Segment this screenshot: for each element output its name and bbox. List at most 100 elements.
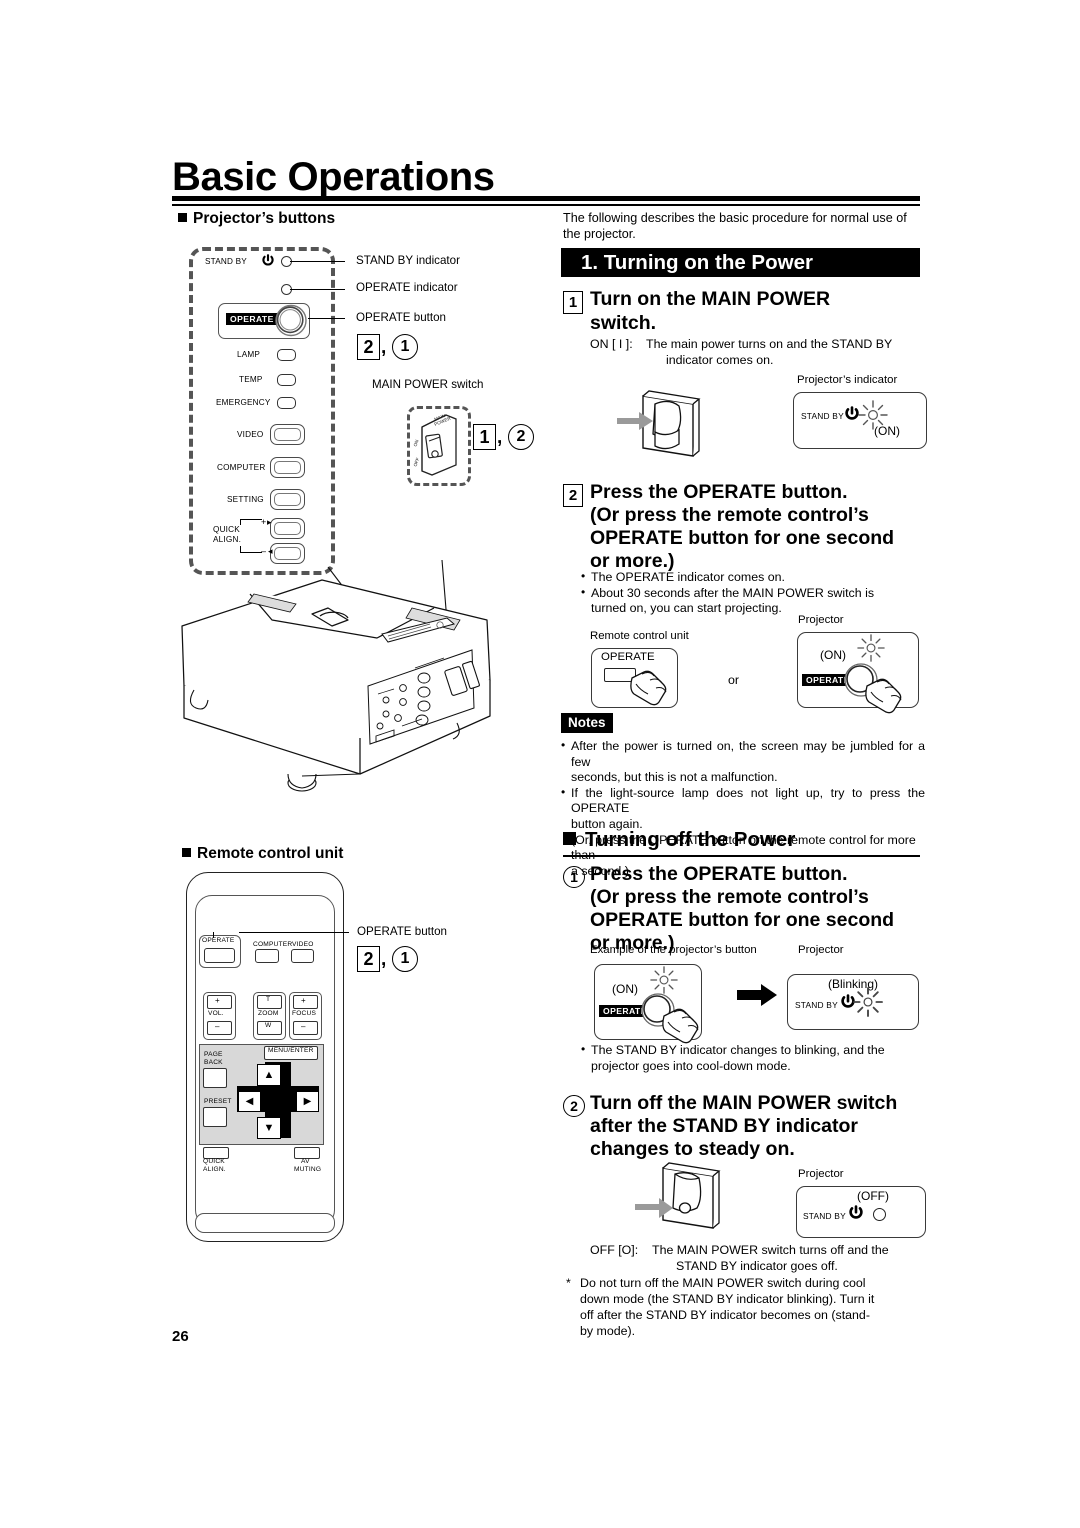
off-star-line3: off after the STAND BY indicator becomes… xyxy=(580,1308,870,1322)
remote-page-label1: PAGE xyxy=(204,1051,223,1058)
page-number: 26 xyxy=(172,1328,189,1345)
step-comma-panel: , xyxy=(381,337,387,358)
panel-button-setting-label: SETTING xyxy=(227,495,264,504)
step-comma-remote: , xyxy=(381,949,387,970)
remote-bottom-edge xyxy=(195,1213,335,1233)
remote-quick-align-label2: ALIGN. xyxy=(203,1166,226,1173)
remote-preset-label: PRESET xyxy=(204,1098,232,1105)
arrow-right-icon xyxy=(737,984,777,1006)
panel-indicator-temp: TEMP xyxy=(239,375,263,384)
panel-button-computer-label: COMPUTER xyxy=(217,463,266,472)
callout-line-remote-operate xyxy=(239,932,349,934)
intro-line-1: The following describes the basic proced… xyxy=(563,211,907,225)
off-desc-bold: OFF [O]: xyxy=(590,1243,639,1257)
bullet-square-icon-3 xyxy=(563,832,576,845)
off-bullet-line2: projector goes into cool-down mode. xyxy=(591,1058,791,1073)
projector-lit-burst-icon xyxy=(857,634,885,662)
main-power-off-illustration xyxy=(625,1160,745,1240)
callout-line-remote-operate-v xyxy=(213,932,215,938)
step-circle-main-power: 2 xyxy=(508,424,534,450)
remote-operate-label: OPERATE xyxy=(202,937,235,944)
panel-indicator-emergency: EMERGENCY xyxy=(216,398,271,407)
remote-arrow-left-button[interactable]: ◀ xyxy=(238,1091,261,1112)
svg-text:OFF: OFF xyxy=(413,457,421,468)
remote-page-label2: BACK xyxy=(204,1059,223,1066)
remote-av-muting-label2: MUTING xyxy=(294,1166,322,1173)
remote-page-back-button[interactable] xyxy=(203,1068,227,1088)
remote-computer-button[interactable] xyxy=(255,949,279,963)
off-star-marker: * xyxy=(566,1276,571,1290)
indicator-art-caption: Projector’s indicator xyxy=(797,374,898,386)
remote-focus-label: FOCUS xyxy=(292,1010,317,1017)
power-symbol-icon-2 xyxy=(845,406,859,421)
off-art-left-burst-icon xyxy=(650,966,678,994)
off-star-line4: by mode). xyxy=(580,1324,636,1338)
off-star-line2: down mode (the STAND BY indicator blinki… xyxy=(580,1292,875,1306)
step2-on-heading-line3: OPERATE button for one second xyxy=(590,527,895,549)
off-art2-state: (OFF) xyxy=(857,1189,889,1203)
operate-button-knob[interactable] xyxy=(274,304,308,337)
heading-remote-control-unit: Remote control unit xyxy=(182,845,343,863)
step-circle-panel: 1 xyxy=(392,334,418,360)
temp-indicator-led xyxy=(277,374,296,386)
step1-on-desc-bold: ON [ I ]: xyxy=(590,337,633,351)
remote-video-button[interactable] xyxy=(291,949,314,963)
panel-indicator-lamp: LAMP xyxy=(237,350,261,359)
step1-off-number: 1 xyxy=(563,866,585,888)
emergency-indicator-led xyxy=(277,397,296,409)
off-art2-caption: Projector xyxy=(798,1168,844,1180)
callout-standby-indicator: STAND BY indicator xyxy=(356,254,460,267)
panel-quickalign-line2: ALIGN. xyxy=(213,535,242,544)
remote-video-label: VIDEO xyxy=(292,941,314,948)
step-box-main-power: 1 xyxy=(473,424,496,450)
heading-projectors-buttons: Projector’s buttons xyxy=(178,210,335,228)
step2-on-heading-line1: Press the OPERATE button. xyxy=(590,481,848,503)
step-box-panel: 2 xyxy=(357,334,380,360)
step2-off-heading-line1: Turn off the MAIN POWER switch xyxy=(590,1092,898,1114)
step2-on-bullet-1: The OPERATE indicator comes on. xyxy=(580,569,925,586)
quickalign-right-arrow-icon: ▸ xyxy=(267,517,272,527)
remote-vol-label: VOL. xyxy=(208,1010,224,1017)
off-art-right-standby-label: STAND BY xyxy=(795,1000,838,1010)
remote-arrow-right-button[interactable]: ▶ xyxy=(296,1091,319,1112)
remote-focus-plus-label: + xyxy=(301,996,306,1005)
panel-button-computer[interactable] xyxy=(270,457,305,478)
hand-pointing-icon-2 xyxy=(863,670,909,714)
step2-on-heading-line2: (Or press the remote control’s xyxy=(590,504,869,526)
off-desc-line2: STAND BY indicator goes off. xyxy=(676,1259,838,1273)
step2-on-number: 2 xyxy=(563,484,583,507)
panel-button-setting[interactable] xyxy=(270,489,305,510)
title-rule-thin xyxy=(172,204,920,206)
remote-av-muting-label1: AV xyxy=(301,1158,310,1165)
panel-button-quickalign-plus[interactable] xyxy=(270,518,305,539)
remote-arrow-up-button[interactable]: ▲ xyxy=(257,1064,281,1086)
remote-operate-button[interactable] xyxy=(204,948,235,963)
section-heading-turning-off: Turning off the Power xyxy=(563,828,795,852)
step2-on-bullet-2-line2: turned on, you can start projecting. xyxy=(591,601,782,616)
page-title: Basic Operations xyxy=(172,155,495,199)
main-power-switch-illustration: MAIN POWER ON OFF xyxy=(412,409,464,479)
off-art-right-blinking-burst-icon xyxy=(853,987,883,1017)
step1-on-desc-line1: The main power turns on and the STAND BY xyxy=(646,337,893,351)
lamp-indicator-led xyxy=(277,349,296,361)
power-symbol-icon-3 xyxy=(841,994,855,1009)
title-rule-thick xyxy=(172,196,920,201)
press-art-projector-state: (ON) xyxy=(820,648,846,662)
step1-on-number: 1 xyxy=(563,291,583,314)
remote-vol-plus-label: + xyxy=(215,996,220,1005)
notes-2-line1: If the light-source lamp does not light … xyxy=(560,785,925,817)
step1-on-heading-line1: Turn on the MAIN POWER xyxy=(590,288,831,310)
quickalign-plus-line-v xyxy=(240,519,242,525)
off-art-left-state: (ON) xyxy=(612,982,638,996)
remote-zoom-t-label: T xyxy=(266,996,271,1003)
quickalign-plus-sign: + xyxy=(261,517,267,527)
remote-focus-minus-label: – xyxy=(301,1022,306,1031)
panel-button-video[interactable] xyxy=(270,424,305,445)
callout-operate-indicator: OPERATE indicator xyxy=(356,281,458,294)
step1-off-heading-line1: Press the OPERATE button. xyxy=(590,863,848,885)
remote-preset-button[interactable] xyxy=(203,1107,227,1127)
step1-on-heading-line2: switch. xyxy=(590,312,657,334)
callout-line-operate-ind xyxy=(290,288,345,290)
panel-quickalign-line1: QUICK xyxy=(213,525,240,534)
remote-arrow-down-button[interactable]: ▼ xyxy=(257,1117,281,1139)
